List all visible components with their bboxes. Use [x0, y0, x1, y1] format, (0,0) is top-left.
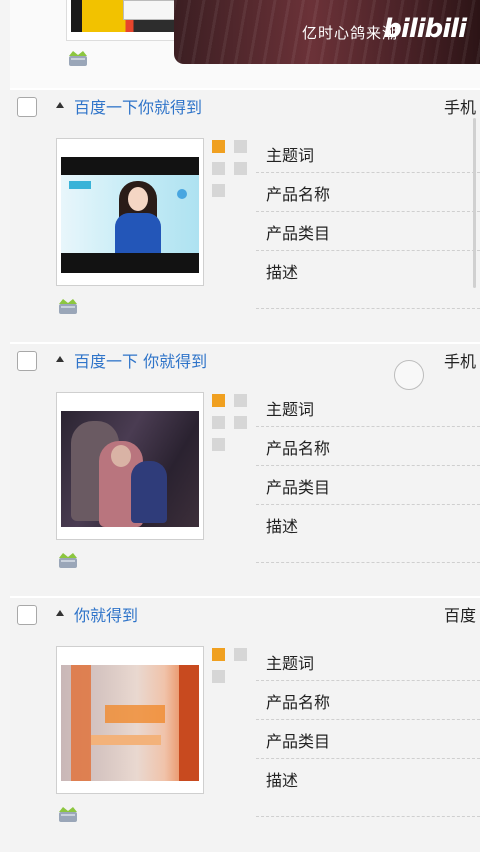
crown-basket-icon — [66, 48, 90, 74]
caret-up-icon[interactable] — [56, 356, 64, 362]
field-description[interactable]: 描述 — [256, 759, 480, 817]
record-category-tag: 百度 — [444, 606, 477, 625]
record-fields: 主题词 产品名称 产品类目 描述 — [256, 134, 480, 309]
record-card: 百度一下你就得到 手机 主题词 产品名称 产品类目 描述 — [10, 90, 480, 342]
record-category-tag: 手机 — [444, 352, 477, 371]
record-fields: 主题词 产品名称 产品类目 描述 — [256, 388, 480, 563]
field-product-category[interactable]: 产品类目 — [256, 720, 480, 759]
field-product-name[interactable]: 产品名称 — [256, 427, 480, 466]
thumbnail-image-woman-ad — [61, 157, 199, 273]
bilibili-logo: bilibili — [383, 14, 467, 44]
field-keyword[interactable]: 主题词 — [256, 642, 480, 681]
field-keyword[interactable]: 主题词 — [256, 134, 480, 173]
thumbnail-image-family-scene — [61, 411, 199, 527]
record-title-link[interactable]: 百度一下 你就得到 — [74, 348, 207, 372]
thumbnail-image-orange-blur — [61, 665, 199, 781]
field-product-category[interactable]: 产品类目 — [256, 466, 480, 505]
crown-basket-icon — [56, 550, 80, 576]
caret-up-icon[interactable] — [56, 102, 64, 108]
record-card: 你就得到 百度 主题词 产品名称 产品类目 描述 — [10, 598, 480, 852]
crown-basket-icon — [56, 804, 80, 830]
view-mode-dots[interactable] — [212, 140, 252, 210]
crown-basket-icon — [56, 296, 80, 322]
field-product-name[interactable]: 产品名称 — [256, 173, 480, 212]
view-mode-dots[interactable] — [212, 394, 252, 464]
field-product-category[interactable]: 产品类目 — [256, 212, 480, 251]
record-thumbnail[interactable] — [56, 138, 204, 286]
video-overlay: 亿时心鸽来潮 bilibili — [174, 0, 480, 64]
view-mode-dots[interactable] — [212, 648, 252, 718]
record-thumbnail[interactable] — [56, 392, 204, 540]
field-description[interactable]: 描述 — [256, 505, 480, 563]
record-thumbnail[interactable] — [56, 646, 204, 794]
select-checkbox[interactable] — [17, 97, 37, 117]
select-checkbox[interactable] — [17, 605, 37, 625]
field-keyword[interactable]: 主题词 — [256, 388, 480, 427]
record-title-link[interactable]: 百度一下你就得到 — [74, 94, 202, 118]
record-fields: 主题词 产品名称 产品类目 描述 — [256, 642, 480, 817]
field-description[interactable]: 描述 — [256, 251, 480, 309]
record-category-tag: 手机 — [444, 98, 477, 117]
loading-circle-icon — [394, 360, 424, 390]
field-product-name[interactable]: 产品名称 — [256, 681, 480, 720]
record-title-link[interactable]: 你就得到 — [74, 602, 138, 626]
select-checkbox[interactable] — [17, 351, 37, 371]
caret-up-icon[interactable] — [56, 610, 64, 616]
fields-scrollbar[interactable] — [473, 118, 476, 288]
